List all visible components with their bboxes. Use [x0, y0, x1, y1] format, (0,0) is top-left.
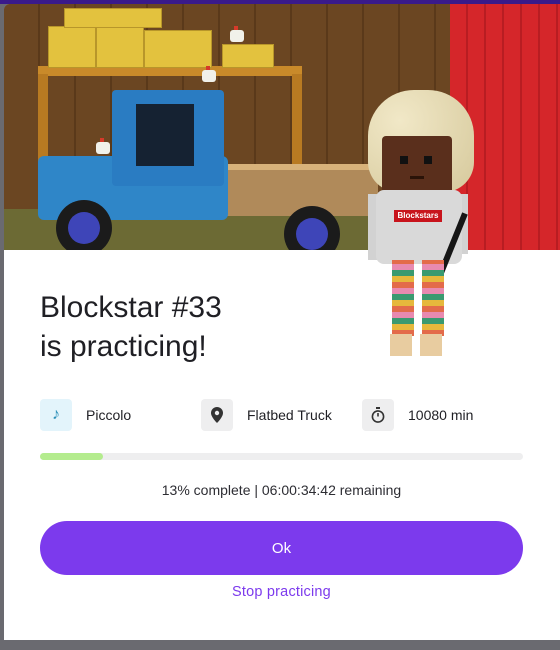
progress-fill: [40, 453, 103, 460]
hay-bale: [96, 26, 144, 68]
dialog-title: Blockstar #33 is practicing!: [40, 288, 222, 366]
chicken: [96, 138, 110, 154]
title-line-2: is practicing!: [40, 330, 207, 363]
location-pin-icon: [201, 399, 233, 431]
backdrop-edge: [0, 640, 560, 650]
chicken: [202, 66, 216, 82]
activity-info-row: ♪ Piccolo Flatbed Truck 10080 min: [40, 398, 530, 432]
ok-button[interactable]: Ok: [40, 521, 523, 575]
avatar-shoe: [390, 334, 412, 356]
practice-dialog: Blockstars Blockstar #33 is practicing! …: [4, 4, 560, 650]
hay-bale: [144, 30, 212, 68]
hay-bale: [48, 26, 96, 68]
hay-bale: [222, 44, 274, 68]
avatar-leg: [422, 260, 444, 336]
truck-wheel: [56, 200, 112, 250]
location-info: Flatbed Truck: [201, 398, 332, 432]
blockstar-avatar: Blockstars: [368, 90, 480, 362]
practice-progress-bar: [40, 453, 523, 460]
title-line-1: Blockstar #33: [40, 291, 222, 324]
truck-window: [136, 104, 194, 166]
instrument-label: Piccolo: [86, 407, 132, 423]
chicken: [230, 26, 244, 42]
avatar-leg: [392, 260, 414, 336]
avatar-shoe: [420, 334, 442, 356]
shelf-post: [292, 74, 302, 174]
location-label: Flatbed Truck: [247, 407, 332, 423]
avatar-face: [382, 136, 452, 194]
music-note-icon: ♪: [40, 399, 72, 431]
instrument-info: ♪ Piccolo: [40, 398, 131, 432]
progress-status-text: 13% complete | 06:00:34:42 remaining: [161, 482, 402, 498]
hoodie-logo: Blockstars: [394, 210, 442, 222]
hay-bale: [64, 8, 162, 28]
stopwatch-icon: [362, 399, 394, 431]
stop-practicing-link[interactable]: Stop practicing: [40, 584, 523, 600]
duration-info: 10080 min: [362, 398, 473, 432]
duration-label: 10080 min: [408, 407, 474, 423]
